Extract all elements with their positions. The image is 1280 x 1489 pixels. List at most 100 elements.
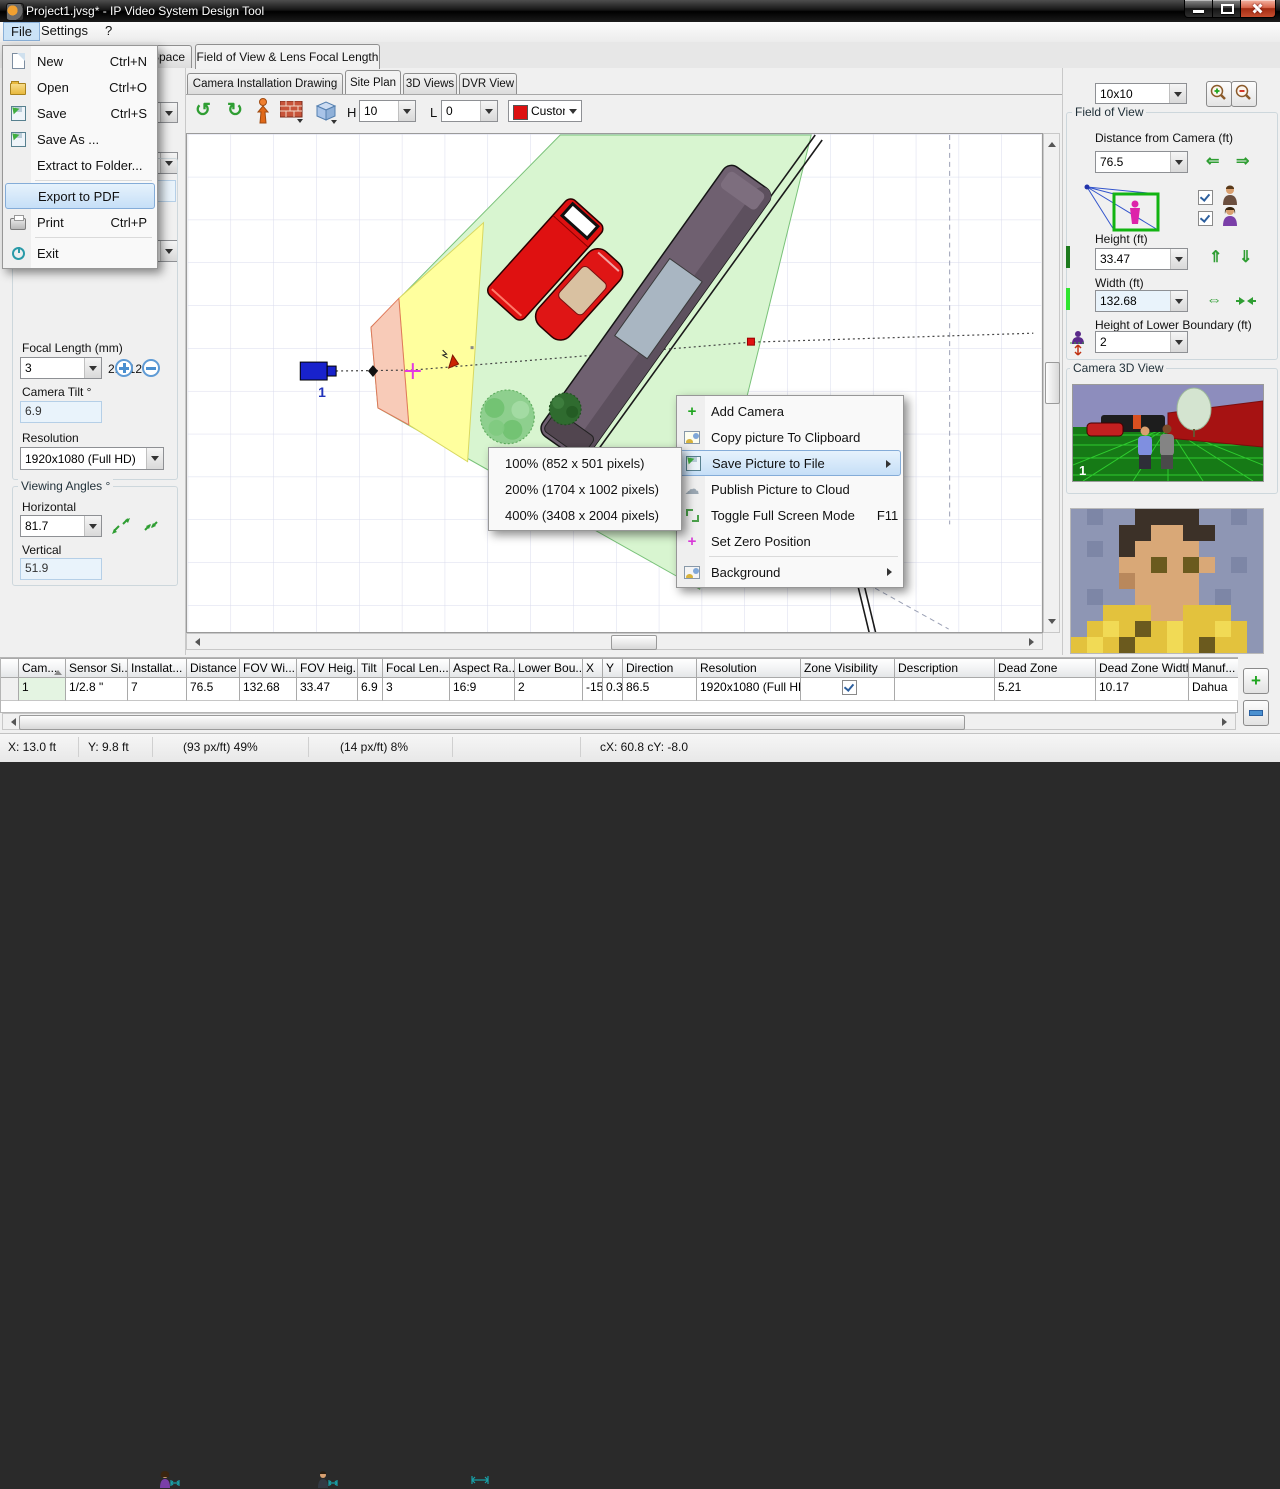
cell-direction[interactable]: 86.5 xyxy=(623,678,697,701)
cell-lower-boundary[interactable]: 2 xyxy=(515,678,583,701)
menu-item-exit[interactable]: Exit xyxy=(5,240,155,266)
chevron-down-icon[interactable] xyxy=(480,101,497,121)
collapse-angle-icon[interactable] xyxy=(142,518,160,534)
context-item-set-zero[interactable]: + Set Zero Position xyxy=(679,528,901,554)
table-row[interactable]: 1 1/2.8 " 7 76.5 132.68 33.47 6.9 3 16:9… xyxy=(1,678,1238,701)
distance-decrease-icon[interactable] xyxy=(1206,154,1219,170)
zoom-in-lens-button[interactable] xyxy=(115,359,133,377)
chevron-down-icon[interactable] xyxy=(1169,84,1186,103)
menu-item-export-to-pdf[interactable]: Export to PDF xyxy=(5,183,155,209)
tab-site-plan[interactable]: Site Plan xyxy=(345,70,401,94)
col-dead-zone-width[interactable]: Dead Zone Width xyxy=(1096,658,1189,678)
chevron-down-icon[interactable] xyxy=(398,101,415,121)
table-hscroll-thumb[interactable] xyxy=(19,715,965,730)
cell-x[interactable]: -15 xyxy=(583,678,603,701)
scroll-left-arrow[interactable] xyxy=(191,638,200,646)
distance-increase-icon[interactable] xyxy=(1236,154,1249,170)
col-distance[interactable]: Distance xyxy=(187,658,240,678)
col-resolution[interactable]: Resolution xyxy=(697,658,801,678)
chevron-down-icon[interactable] xyxy=(146,448,163,469)
chevron-down-icon[interactable] xyxy=(1170,152,1187,172)
col-aspect-ratio[interactable]: Aspect Ra... xyxy=(450,658,515,678)
camera-3d-view[interactable]: 1 xyxy=(1072,384,1264,482)
scroll-right-arrow[interactable] xyxy=(1029,638,1038,646)
col-tilt[interactable]: Tilt xyxy=(358,658,383,678)
submenu-item-400[interactable]: 400% (3408 x 2004 pixels) xyxy=(491,502,679,528)
zoom-in-button[interactable] xyxy=(1206,81,1232,107)
bush-object[interactable] xyxy=(549,393,581,425)
rotate-cw-icon[interactable]: ↻ xyxy=(224,99,246,121)
height-decrease-icon[interactable] xyxy=(1239,250,1252,266)
vertical-angle-field[interactable]: 51.9 xyxy=(20,558,102,580)
menu-item-print[interactable]: PrintCtrl+P xyxy=(5,209,155,235)
col-fov-width[interactable]: FOV Wi... xyxy=(240,658,297,678)
expand-angle-icon[interactable] xyxy=(112,518,130,534)
cell-sensor-size[interactable]: 1/2.8 " xyxy=(66,678,128,701)
zone-visibility-checkbox[interactable] xyxy=(842,680,857,695)
menu-item-extract-to-folder[interactable]: Extract to Folder... xyxy=(5,152,155,178)
wall-height-combo[interactable]: 10 xyxy=(359,100,416,122)
height-increase-icon[interactable] xyxy=(1209,250,1222,266)
width-collapse-icon[interactable] xyxy=(1236,295,1256,307)
tab-camera-installation-drawing[interactable]: Camera Installation Drawing xyxy=(187,73,343,94)
col-fov-height[interactable]: FOV Heig... xyxy=(297,658,358,678)
submenu-item-200[interactable]: 200% (1704 x 1002 pixels) xyxy=(491,476,679,502)
add-person-icon[interactable] xyxy=(256,98,270,124)
col-direction[interactable]: Direction xyxy=(623,658,697,678)
chevron-down-icon[interactable] xyxy=(1170,332,1187,352)
context-item-copy-picture[interactable]: Copy picture To Clipboard xyxy=(679,424,901,450)
maximize-button[interactable] xyxy=(1212,0,1242,18)
cell-camera[interactable]: 1 xyxy=(19,678,66,701)
cell-installation[interactable]: 7 xyxy=(128,678,187,701)
add-box-icon[interactable] xyxy=(314,100,338,124)
chevron-down-icon[interactable] xyxy=(1170,249,1187,269)
rotate-ccw-icon[interactable]: ↺ xyxy=(192,99,214,121)
add-camera-button[interactable]: + xyxy=(1243,668,1269,694)
col-x[interactable]: X xyxy=(583,658,603,678)
cell-dead-zone-width[interactable]: 10.17 xyxy=(1096,678,1189,701)
color-combo[interactable]: Custon xyxy=(508,100,582,122)
width-combo[interactable]: 132.68 xyxy=(1095,290,1188,312)
site-plan-canvas[interactable]: 1 xyxy=(186,133,1043,633)
chevron-down-icon[interactable] xyxy=(1170,291,1187,311)
col-installation[interactable]: Installat... xyxy=(128,658,187,678)
cell-zone-visibility[interactable] xyxy=(801,678,895,701)
width-expand-icon[interactable] xyxy=(1206,293,1222,309)
menu-item-new[interactable]: NewCtrl+N xyxy=(5,48,155,74)
menu-item-open[interactable]: OpenCtrl+O xyxy=(5,74,155,100)
remove-camera-button[interactable] xyxy=(1243,700,1269,726)
cell-distance[interactable]: 76.5 xyxy=(187,678,240,701)
menu-item-save-as[interactable]: Save As ... xyxy=(5,126,155,152)
tab-field-of-view[interactable]: Field of View & Lens Focal Length xyxy=(195,44,380,69)
chevron-down-icon[interactable] xyxy=(565,101,581,121)
cell-aspect-ratio[interactable]: 16:9 xyxy=(450,678,515,701)
resolution-combo[interactable]: 1920x1080 (Full HD) xyxy=(20,447,164,470)
canvas-vscrollbar[interactable] xyxy=(1043,133,1060,633)
tree-object[interactable] xyxy=(481,390,535,444)
scroll-left-arrow[interactable] xyxy=(7,718,16,726)
show-woman-checkbox[interactable] xyxy=(1198,211,1213,226)
wall-length-combo[interactable]: 0 xyxy=(441,100,498,122)
grid-size-combo[interactable]: 10x10 xyxy=(1095,83,1187,104)
horizontal-angle-combo[interactable]: 81.7 xyxy=(20,515,102,537)
show-man-checkbox[interactable] xyxy=(1198,190,1213,205)
camera-tilt-field[interactable]: 6.9 xyxy=(20,401,102,423)
focal-length-combo[interactable]: 3 xyxy=(20,357,102,379)
cell-dead-zone[interactable]: 5.21 xyxy=(995,678,1096,701)
scroll-down-arrow[interactable] xyxy=(1048,619,1056,628)
lower-boundary-combo[interactable]: 2 xyxy=(1095,331,1188,353)
menu-help[interactable]: ? xyxy=(98,22,119,40)
context-item-toggle-fullscreen[interactable]: Toggle Full Screen ModeF11 xyxy=(679,502,901,528)
zoom-out-lens-button[interactable] xyxy=(142,359,160,377)
add-wall-icon[interactable] xyxy=(280,101,304,123)
cell-y[interactable]: 0.3 xyxy=(603,678,623,701)
col-y[interactable]: Y xyxy=(603,658,623,678)
context-item-background[interactable]: Background xyxy=(679,559,901,585)
close-button[interactable] xyxy=(1240,0,1276,18)
context-item-publish-cloud[interactable]: ☁ Publish Picture to Cloud xyxy=(679,476,901,502)
col-manufacturer[interactable]: Manuf... xyxy=(1189,658,1238,678)
col-lower-boundary[interactable]: Lower Bou... xyxy=(515,658,583,678)
tab-dvr-view[interactable]: DVR View xyxy=(459,73,517,94)
col-sensor-size[interactable]: Sensor Si... xyxy=(66,658,128,678)
context-item-add-camera[interactable]: + Add Camera xyxy=(679,398,901,424)
